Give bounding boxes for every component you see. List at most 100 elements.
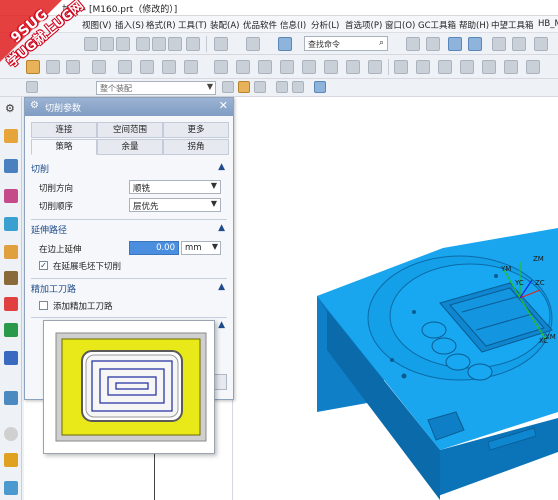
selection-scope-combo[interactable]: 整个装配 ▼: [96, 81, 216, 95]
tab-connect[interactable]: 连接: [31, 122, 97, 138]
zoom-icon[interactable]: [426, 37, 440, 51]
show-hide-icon[interactable]: [314, 81, 326, 93]
history-icon[interactable]: [4, 323, 18, 337]
machine-nav-icon[interactable]: [4, 159, 18, 173]
close-icon[interactable]: ✕: [219, 99, 228, 112]
section-extend-header[interactable]: 延伸路径 ▲: [31, 223, 227, 238]
add-finish-pass-checkbox[interactable]: [39, 301, 48, 310]
menu-insert[interactable]: 插入(S): [115, 19, 144, 31]
method-nav-icon[interactable]: [4, 217, 18, 231]
fit-view-icon[interactable]: [406, 37, 420, 51]
menu-help[interactable]: 帮助(H): [459, 19, 489, 31]
menu-gc-toolbox[interactable]: GC工具箱: [418, 19, 456, 31]
info-icon[interactable]: [278, 37, 292, 51]
chevron-up-icon[interactable]: ▲: [218, 320, 225, 330]
select-feature-icon[interactable]: [238, 81, 250, 93]
menu-zw-toolbox[interactable]: 中望工具箱: [491, 19, 534, 31]
menu-info[interactable]: 信息(I): [280, 19, 306, 31]
replay-toolpath-icon[interactable]: [236, 60, 250, 74]
tab-spatial-range[interactable]: 空间范围: [97, 122, 163, 138]
save-icon[interactable]: [100, 37, 114, 51]
generate-toolpath-icon[interactable]: [214, 60, 228, 74]
menu-preferences[interactable]: 首选项(P): [345, 19, 382, 31]
display-icon[interactable]: [512, 37, 526, 51]
section-cut-header[interactable]: 切削 ▲: [31, 162, 227, 177]
select-all-icon[interactable]: [254, 81, 266, 93]
paste-icon[interactable]: [168, 37, 182, 51]
part-nav-icon[interactable]: [4, 271, 18, 285]
delete-icon[interactable]: [186, 37, 200, 51]
menu-tools[interactable]: 工具(T): [178, 19, 207, 31]
create-program-icon[interactable]: [26, 60, 40, 74]
tab-more[interactable]: 更多: [163, 122, 229, 138]
program-order-nav-icon[interactable]: [4, 129, 18, 143]
output-cls-icon[interactable]: [368, 60, 382, 74]
chevron-up-icon[interactable]: ▲: [218, 282, 225, 292]
command-search-input[interactable]: 查找命令 ⌕: [304, 36, 388, 51]
create-method-icon[interactable]: [92, 60, 106, 74]
role-icon[interactable]: [4, 453, 18, 467]
orient-view-icon[interactable]: [468, 37, 482, 51]
postprocess-icon[interactable]: [324, 60, 338, 74]
shop-doc-icon[interactable]: [346, 60, 360, 74]
program-order-view-icon[interactable]: [118, 60, 132, 74]
cut-under-stock-checkbox[interactable]: ✓: [39, 261, 48, 270]
web-browser-icon[interactable]: [4, 351, 18, 365]
shaded-view-icon[interactable]: [448, 37, 462, 51]
operation-7-icon[interactable]: [526, 60, 540, 74]
operation-5-icon[interactable]: [482, 60, 496, 74]
select-filter-icon[interactable]: [222, 81, 234, 93]
graphics-window[interactable]: ZM YM XM ZC YC XC: [233, 97, 558, 500]
palette-icon[interactable]: [4, 391, 18, 405]
cut-icon[interactable]: [136, 37, 150, 51]
chevron-up-icon[interactable]: ▲: [218, 162, 225, 172]
command-finder-icon[interactable]: [246, 37, 260, 51]
section-finish-header[interactable]: 精加工刀路 ▲: [31, 282, 227, 297]
part-model[interactable]: [233, 97, 558, 500]
geometry-view-icon[interactable]: [162, 60, 176, 74]
menu-view[interactable]: 视图(V): [82, 19, 111, 31]
assembly-nav-icon[interactable]: [4, 245, 18, 259]
snap-end-icon[interactable]: [292, 81, 304, 93]
menu-youpin[interactable]: 优品软件: [243, 19, 277, 31]
copy-icon[interactable]: [152, 37, 166, 51]
menu-format[interactable]: 格式(R): [146, 19, 176, 31]
operation-3-icon[interactable]: [438, 60, 452, 74]
search-icon[interactable]: ⌕: [379, 38, 384, 48]
settings-icon[interactable]: ⚙: [5, 102, 15, 115]
new-file-icon[interactable]: [84, 37, 98, 51]
background-icon[interactable]: [534, 37, 548, 51]
geometry-nav-icon[interactable]: [4, 189, 18, 203]
snap-point-icon[interactable]: [276, 81, 288, 93]
clock-icon[interactable]: [4, 427, 18, 441]
menu-icon[interactable]: [26, 81, 38, 93]
operation-2-icon[interactable]: [416, 60, 430, 74]
system-scene-icon[interactable]: [4, 481, 18, 495]
tab-stock[interactable]: 余量: [97, 139, 163, 155]
menu-window[interactable]: 窗口(O): [385, 19, 415, 31]
list-toolpath-icon[interactable]: [258, 60, 272, 74]
dialog-header[interactable]: ⚙ 切削参数 ✕: [25, 98, 233, 116]
verify-toolpath-icon[interactable]: [280, 60, 294, 74]
print-icon[interactable]: [116, 37, 130, 51]
extend-on-edge-input[interactable]: 0.00: [129, 241, 179, 255]
tab-corners[interactable]: 拐角: [163, 139, 229, 155]
create-tool-icon[interactable]: [46, 60, 60, 74]
menu-assembly[interactable]: 装配(A): [210, 19, 239, 31]
layer-icon[interactable]: [492, 37, 506, 51]
undo-icon[interactable]: [214, 37, 228, 51]
simulate-machine-icon[interactable]: [302, 60, 316, 74]
operation-4-icon[interactable]: [460, 60, 474, 74]
machining-method-view-icon[interactable]: [184, 60, 198, 74]
machine-tool-view-icon[interactable]: [140, 60, 154, 74]
menu-analysis[interactable]: 分析(L): [311, 19, 339, 31]
extend-unit-select[interactable]: mm ▼: [181, 241, 221, 255]
create-geometry-icon[interactable]: [66, 60, 80, 74]
cut-order-select[interactable]: 层优先 ▼: [129, 198, 221, 212]
operation-1-icon[interactable]: [394, 60, 408, 74]
reuse-library-icon[interactable]: [4, 297, 18, 311]
menu-hb[interactable]: HB_M: [538, 19, 558, 29]
chevron-up-icon[interactable]: ▲: [218, 223, 225, 233]
operation-6-icon[interactable]: [504, 60, 518, 74]
tab-strategy[interactable]: 策略: [31, 139, 97, 155]
